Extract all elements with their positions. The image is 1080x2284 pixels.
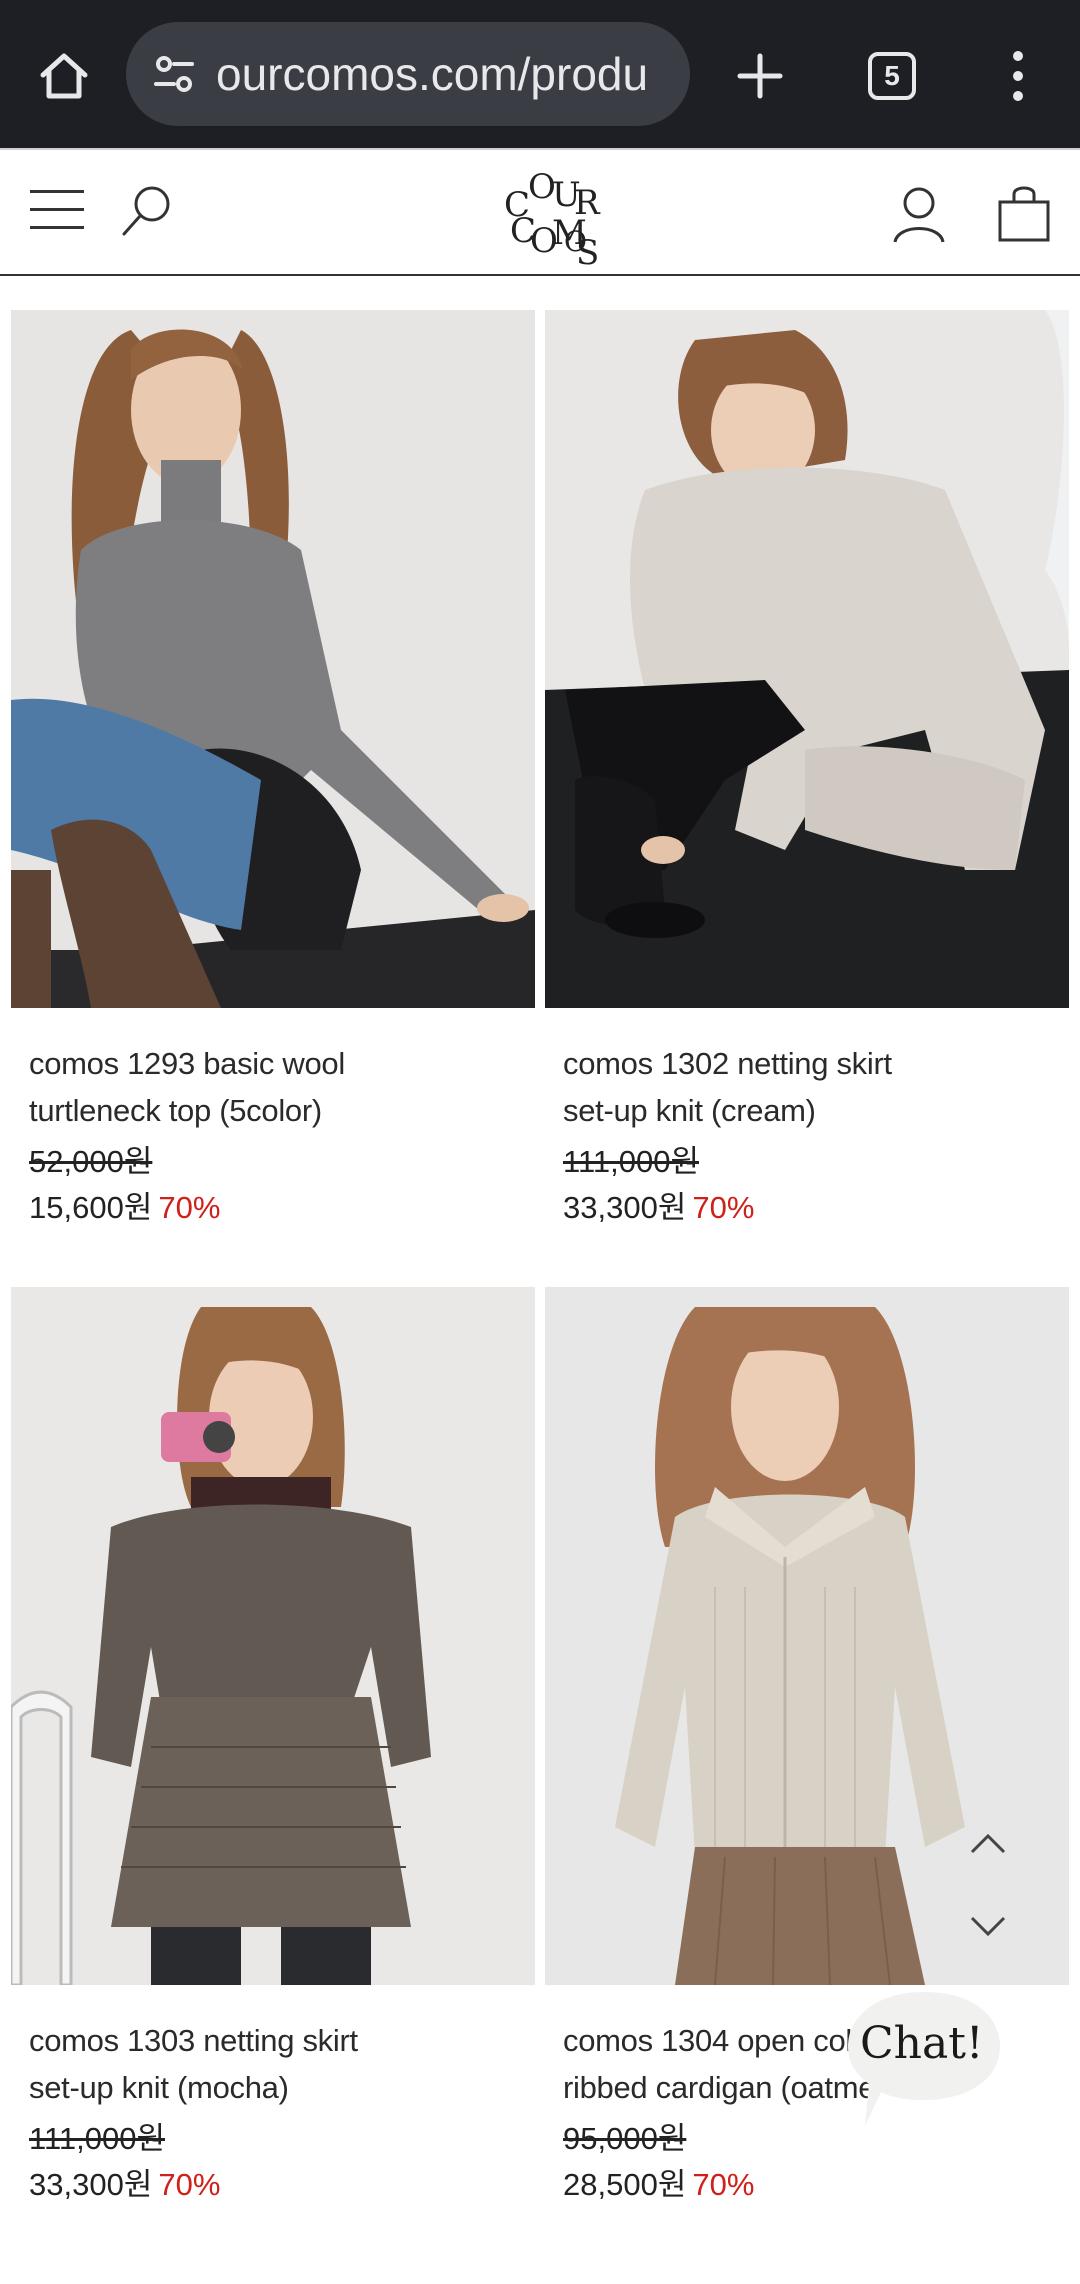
cart-icon[interactable] xyxy=(996,184,1052,244)
menu-icon[interactable] xyxy=(30,186,86,234)
product-image[interactable] xyxy=(11,310,535,1008)
sale-price: 15,600원 xyxy=(29,1190,153,1225)
product-name[interactable]: comos 1302 netting skirt set-up knit (cre… xyxy=(563,1040,1063,1134)
sale-price: 33,300원 xyxy=(563,1190,687,1225)
product-name-line[interactable]: set-up knit (cream) xyxy=(563,1093,816,1128)
discount-badge: 70% xyxy=(158,1190,221,1225)
price-row: 28,500원 70% xyxy=(563,2159,754,2204)
scroll-down-icon[interactable] xyxy=(966,1904,1010,1948)
search-icon[interactable] xyxy=(118,182,176,240)
product-name-line[interactable]: set-up knit (mocha) xyxy=(29,2070,289,2105)
browser-toolbar: ourcomos.com/produ 5 xyxy=(0,0,1080,148)
more-options-icon[interactable] xyxy=(982,40,1054,112)
product-name[interactable]: comos 1293 basic wool turtleneck top (5co… xyxy=(29,1040,529,1134)
price-row: 15,600원 70% xyxy=(29,1182,220,1227)
product-name-line[interactable]: comos 1303 netting skirt xyxy=(29,2023,358,2058)
new-tab-icon[interactable] xyxy=(724,40,796,112)
original-price: 95,000원 xyxy=(563,2121,687,2156)
sale-price: 33,300원 xyxy=(29,2167,153,2202)
product-image[interactable] xyxy=(545,1287,1069,1985)
home-icon[interactable] xyxy=(28,40,100,112)
url-text[interactable]: ourcomos.com/produ xyxy=(216,47,648,101)
product-image[interactable] xyxy=(11,1287,535,1985)
product-name-line[interactable]: comos 1293 basic wool xyxy=(29,1046,345,1081)
original-price: 111,000원 xyxy=(563,1144,699,1179)
discount-badge: 70% xyxy=(692,2167,755,2202)
original-price: 52,000원 xyxy=(29,1144,153,1179)
site-logo[interactable]: C O U R C O M O S xyxy=(500,164,600,270)
logo-letter: S xyxy=(576,233,600,273)
product-name-line[interactable]: comos 1302 netting skirt xyxy=(563,1046,892,1081)
tab-switcher-button[interactable]: 5 xyxy=(856,40,928,112)
chat-button[interactable]: Chat! xyxy=(860,2018,1000,2069)
sale-price: 28,500원 xyxy=(563,2167,687,2202)
account-icon[interactable] xyxy=(890,184,948,244)
tab-count: 5 xyxy=(868,52,916,100)
site-settings-icon[interactable] xyxy=(146,46,202,102)
price-row: 33,300원 70% xyxy=(29,2159,220,2204)
price-row: 33,300원 70% xyxy=(563,1182,754,1227)
product-name[interactable]: comos 1303 netting skirt set-up knit (moc… xyxy=(29,2017,529,2111)
scroll-up-icon[interactable] xyxy=(966,1822,1010,1866)
discount-badge: 70% xyxy=(158,2167,221,2202)
product-name-line[interactable]: comos 1304 open col xyxy=(563,2023,852,2058)
product-name-line[interactable]: ribbed cardigan (oatme xyxy=(563,2070,876,2105)
discount-badge: 70% xyxy=(692,1190,755,1225)
site-header: C O U R C O M O S xyxy=(0,148,1080,276)
product-image[interactable] xyxy=(545,310,1069,1008)
product-name-line[interactable]: turtleneck top (5color) xyxy=(29,1093,322,1128)
original-price: 111,000원 xyxy=(29,2121,165,2156)
address-bar[interactable]: ourcomos.com/produ xyxy=(126,22,690,126)
